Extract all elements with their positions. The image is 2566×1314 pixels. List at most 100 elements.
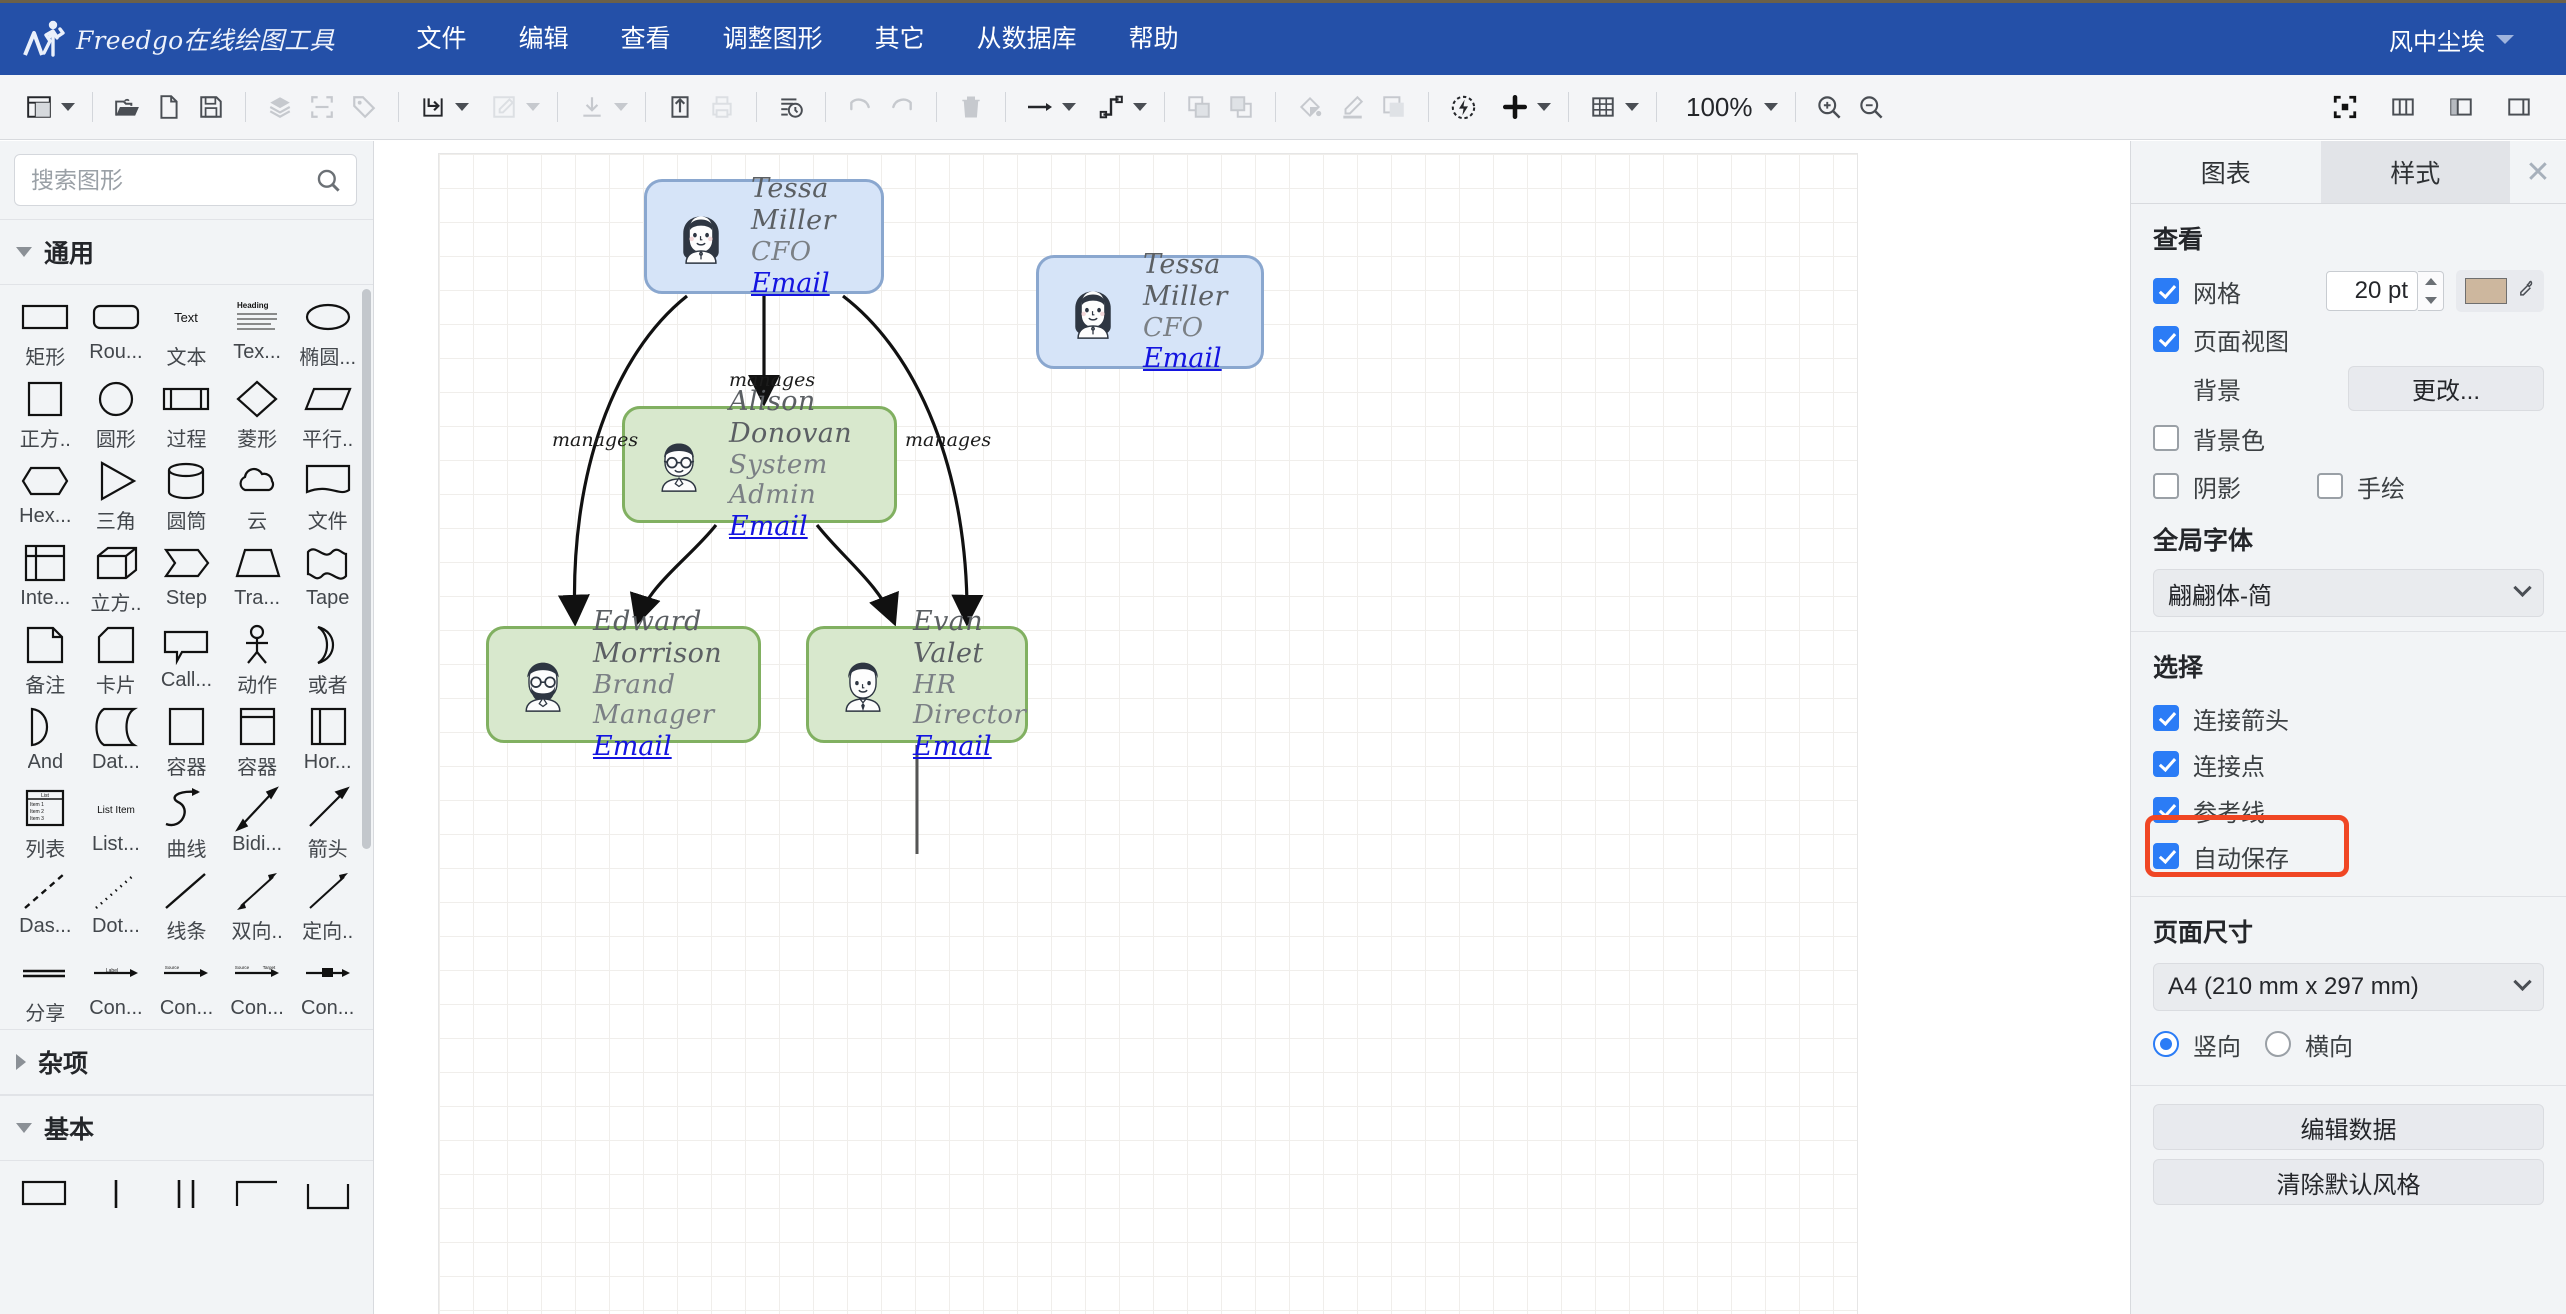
edge-label[interactable]: manages xyxy=(729,369,815,391)
shape-directional-connector[interactable]: 定向.. xyxy=(292,865,363,945)
shape-basic-corner-tl[interactable] xyxy=(222,1167,293,1217)
grid-checkbox[interactable] xyxy=(2153,278,2179,304)
shape-rounded-rectangle[interactable]: Rou... xyxy=(81,291,152,371)
shape-container[interactable]: 容器 xyxy=(151,701,222,781)
shape-document[interactable]: 文件 xyxy=(292,455,363,535)
shape-diamond[interactable]: 菱形 xyxy=(222,373,293,453)
search-input[interactable] xyxy=(15,155,356,205)
shape-step[interactable]: Step xyxy=(151,537,222,617)
shape-basic-double-line[interactable] xyxy=(151,1167,222,1217)
grid-size-stepper[interactable] xyxy=(2418,271,2444,311)
search-icon[interactable] xyxy=(315,167,342,199)
shape-rectangle[interactable]: 矩形 xyxy=(10,291,81,371)
shape-process[interactable]: 过程 xyxy=(151,373,222,453)
shape-data-storage[interactable]: Dat... xyxy=(81,701,152,781)
shape-line[interactable]: 线条 xyxy=(151,865,222,945)
diagram-canvas[interactable]: Tessa Miller CFO Email Tessa Miller CFO Email… xyxy=(375,141,2129,1314)
page-size-select[interactable]: A4 (210 mm x 297 mm) xyxy=(2153,963,2544,1011)
fit-page-button[interactable] xyxy=(2324,86,2366,128)
fill-color-button[interactable] xyxy=(1289,86,1331,128)
clear-default-style-button[interactable]: 清除默认风格 xyxy=(2153,1159,2544,1205)
edit-data-button[interactable]: 编辑数据 xyxy=(2153,1104,2544,1150)
view-layout-dropdown-caret-icon[interactable] xyxy=(61,103,75,111)
open-file-button[interactable] xyxy=(106,86,148,128)
zoom-dropdown-caret-icon[interactable] xyxy=(1763,103,1778,111)
zoom-out-button[interactable] xyxy=(1851,86,1893,128)
line-style-dropdown-caret-icon[interactable] xyxy=(1062,103,1076,111)
share-button[interactable] xyxy=(659,86,701,128)
shape-ellipse[interactable]: 椭圆... xyxy=(292,291,363,371)
menu-extras[interactable]: 其它 xyxy=(853,19,947,60)
shape-cube[interactable]: 立方.. xyxy=(81,537,152,617)
shape-triangle[interactable]: 三角 xyxy=(81,455,152,535)
node-tessa-detached[interactable]: Tessa Miller CFO Email xyxy=(1036,249,1264,374)
download-button[interactable] xyxy=(571,86,613,128)
shape-dotted-line[interactable]: Dot... xyxy=(81,865,152,945)
edge-label[interactable]: manages xyxy=(552,429,638,451)
portrait-radio[interactable] xyxy=(2153,1031,2179,1057)
page-sheet[interactable]: Tessa Miller CFO Email Tessa Miller CFO Email… xyxy=(439,154,1857,1314)
shape-callout[interactable]: Call... xyxy=(151,619,222,699)
sketch-checkbox[interactable] xyxy=(2317,473,2343,499)
shapes-panel-scrollbar[interactable] xyxy=(362,289,371,849)
layers-button[interactable] xyxy=(259,86,301,128)
node-tessa-main[interactable]: Tessa Miller CFO Email xyxy=(644,173,884,299)
node-email-link[interactable]: Email xyxy=(1143,343,1222,375)
autosave-checkbox[interactable] xyxy=(2153,843,2179,869)
shape-text[interactable]: Text 文本 xyxy=(151,291,222,371)
insert-button[interactable] xyxy=(412,86,454,128)
node-email-link[interactable]: Email xyxy=(751,268,830,300)
table-dropdown-caret-icon[interactable] xyxy=(1625,103,1639,111)
shape-parallelogram[interactable]: 平行.. xyxy=(292,373,363,453)
shape-connector-edge[interactable]: Con... xyxy=(292,947,363,1027)
stepper-up-icon[interactable] xyxy=(2424,278,2437,285)
node-evan[interactable]: Evan Valet HR Director Email xyxy=(806,606,1028,762)
table-button[interactable] xyxy=(1582,86,1624,128)
shape-search-box[interactable] xyxy=(14,154,357,206)
shape-and[interactable]: And xyxy=(10,701,81,781)
two-pane-button[interactable] xyxy=(2440,86,2482,128)
shape-basic-divider[interactable] xyxy=(81,1167,152,1217)
section-general[interactable]: 通用 xyxy=(0,219,373,285)
single-pane-button[interactable] xyxy=(2498,86,2540,128)
zoom-level-display[interactable]: 100% xyxy=(1686,92,1753,123)
view-layout-button[interactable] xyxy=(18,86,60,128)
eyedropper-icon[interactable] xyxy=(2515,279,2535,304)
redo-button[interactable] xyxy=(881,86,923,128)
connection-points-checkbox[interactable] xyxy=(2153,751,2179,777)
shadow-checkbox[interactable] xyxy=(2153,473,2179,499)
shape-connector-source-target[interactable]: Source Target Con... xyxy=(222,947,293,1027)
shape-basic-corner-br[interactable] xyxy=(292,1167,363,1217)
zoom-in-button[interactable] xyxy=(1809,86,1851,128)
section-basic[interactable]: 基本 xyxy=(0,1095,373,1161)
close-icon[interactable]: ✕ xyxy=(2510,141,2566,203)
shape-container-titled[interactable]: 容器 xyxy=(222,701,293,781)
add-shape-button[interactable] xyxy=(1494,86,1536,128)
node-edward[interactable]: Edward Morrison Brand Manager Email xyxy=(486,606,761,762)
shape-circle[interactable]: 圆形 xyxy=(81,373,152,453)
section-misc[interactable]: 杂项 xyxy=(0,1029,373,1095)
menu-file[interactable]: 文件 xyxy=(395,19,489,60)
delete-button[interactable] xyxy=(950,86,992,128)
shape-note[interactable]: 备注 xyxy=(10,619,81,699)
edge-label[interactable]: manages xyxy=(905,429,991,451)
node-alison[interactable]: Alison Donovan System Admin Email xyxy=(622,386,897,542)
shape-bidirectional-arrow[interactable]: Bidi... xyxy=(222,783,293,863)
outline-brackets-button[interactable] xyxy=(301,86,343,128)
background-change-button[interactable]: 更改... xyxy=(2348,366,2544,411)
shape-cloud[interactable]: 云 xyxy=(222,455,293,535)
shape-square[interactable]: 正方.. xyxy=(10,373,81,453)
menu-view[interactable]: 查看 xyxy=(599,19,693,60)
landscape-radio[interactable] xyxy=(2265,1031,2291,1057)
menu-arrange[interactable]: 调整图形 xyxy=(701,19,845,60)
tab-style[interactable]: 样式 xyxy=(2320,141,2510,203)
shape-hexagon[interactable]: Hex... xyxy=(10,455,81,535)
shape-trapezoid[interactable]: Tra... xyxy=(222,537,293,617)
three-column-button[interactable] xyxy=(2382,86,2424,128)
menu-edit[interactable]: 编辑 xyxy=(497,19,591,60)
shape-link[interactable]: 分享 xyxy=(10,947,81,1027)
new-file-button[interactable] xyxy=(148,86,190,128)
shape-list-item[interactable]: List Item List... xyxy=(81,783,152,863)
shape-dashed-line[interactable]: Das... xyxy=(10,865,81,945)
print-button[interactable] xyxy=(701,86,743,128)
